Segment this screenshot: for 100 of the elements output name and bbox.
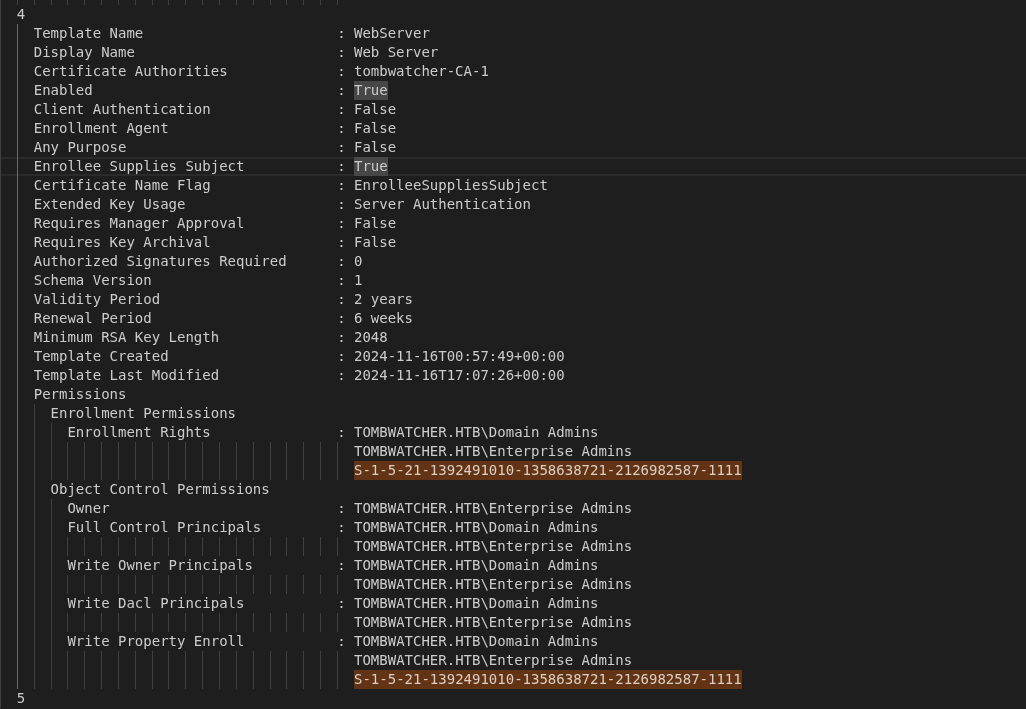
colon-separator: :	[337, 233, 346, 252]
indent-guide	[336, 537, 338, 556]
property-name: Enrollment Agent	[33, 119, 169, 138]
property-value: 0	[353, 252, 363, 271]
indent-guide	[134, 537, 136, 556]
indent-guide	[202, 575, 204, 594]
section-heading: Enrollment Permissions	[50, 404, 236, 423]
section-heading: Permissions	[33, 385, 127, 404]
property-value: EnrolleeSuppliesSubject	[353, 176, 548, 195]
colon-separator: :	[337, 214, 346, 233]
indent-guide	[101, 537, 103, 556]
property-name: Any Purpose	[33, 138, 127, 157]
property-value: False	[353, 233, 397, 252]
indent-guide	[67, 575, 69, 594]
colon-separator: :	[337, 252, 346, 271]
colon-separator: :	[337, 594, 346, 613]
property-value: WebServer	[353, 24, 430, 43]
indent-guide	[117, 575, 119, 594]
colon-separator: :	[337, 499, 346, 518]
indent-guide	[134, 575, 136, 594]
indent-guide	[185, 613, 187, 632]
indent-guide	[151, 0, 153, 5]
property-value: False	[353, 214, 397, 233]
indent-guide	[168, 0, 170, 5]
indent-guide	[117, 613, 119, 632]
property-name: Minimum RSA Key Length	[33, 328, 220, 347]
indent-guide	[117, 0, 119, 5]
colon-separator: :	[337, 423, 346, 442]
indent-guide	[320, 613, 322, 632]
indent-guide	[336, 0, 338, 5]
property-value: TOMBWATCHER.HTB\Enterprise Admins	[354, 651, 633, 670]
property-value: TOMBWATCHER.HTB\Enterprise Admins	[354, 537, 633, 556]
indent-guide	[67, 537, 69, 556]
property-value: TOMBWATCHER.HTB\Enterprise Admins	[354, 442, 633, 461]
colon-separator: :	[337, 518, 346, 537]
indent-guide	[303, 613, 305, 632]
indent-guide	[117, 537, 119, 556]
property-name: Template Created	[33, 347, 169, 366]
indent-guide	[218, 0, 220, 5]
property-name: Display Name	[33, 43, 135, 62]
indent-guide	[303, 537, 305, 556]
indent-guide	[151, 537, 153, 556]
property-value: TOMBWATCHER.HTB\Enterprise Admins	[354, 575, 633, 594]
indent-guide	[202, 613, 204, 632]
colon-separator: :	[337, 24, 346, 43]
property-name: Certificate Name Flag	[33, 176, 211, 195]
property-value: False	[353, 138, 397, 157]
indent-guide	[286, 537, 288, 556]
property-value: TOMBWATCHER.HTB\Domain Admins	[354, 632, 599, 651]
property-name: Renewal Period	[33, 309, 152, 328]
indent-guide	[134, 613, 136, 632]
property-name: Enrollee Supplies Subject	[33, 157, 245, 176]
colon-separator: :	[337, 195, 346, 214]
property-name: Write Property Enroll	[67, 632, 245, 651]
property-value: tombwatcher-CA-1	[353, 62, 489, 81]
indent-guide	[101, 575, 103, 594]
indent-guide	[286, 0, 288, 5]
indent-guide	[101, 0, 103, 5]
indent-guide	[67, 0, 69, 5]
indent-guide	[202, 0, 204, 5]
indent-guide	[151, 575, 153, 594]
property-name: Requires Manager Approval	[33, 214, 245, 233]
indent-guide	[303, 575, 305, 594]
property-value: S-1-5-21-1392491010-1358638721-2126982587-1111	[354, 461, 742, 480]
colon-separator: :	[337, 271, 346, 290]
property-value: 2024-11-16T17:07:26+00:00	[353, 366, 565, 385]
indent-guide	[84, 613, 86, 632]
property-value: TOMBWATCHER.HTB\Enterprise Admins	[354, 613, 633, 632]
colon-separator: :	[337, 43, 346, 62]
colon-separator: :	[337, 176, 346, 195]
property-name: Write Dacl Principals	[67, 594, 245, 613]
property-name: Requires Key Archival	[33, 233, 211, 252]
property-value: Web Server	[353, 43, 439, 62]
property-value: False	[353, 100, 397, 119]
indent-guide	[320, 0, 322, 5]
indent-guide	[218, 575, 220, 594]
indent-guide	[185, 537, 187, 556]
indent-guide	[84, 0, 86, 5]
indent-guide	[252, 0, 254, 5]
property-value: False	[353, 119, 397, 138]
property-name: Extended Key Usage	[33, 195, 186, 214]
colon-separator: :	[337, 100, 346, 119]
property-value: 1	[353, 271, 363, 290]
indent-guide	[235, 537, 237, 556]
indent-guide	[235, 613, 237, 632]
indent-guide	[269, 0, 271, 5]
property-name: Template Name	[33, 24, 144, 43]
indent-guide	[218, 537, 220, 556]
indent-guide	[67, 613, 69, 632]
property-name: Authorized Signatures Required	[33, 252, 287, 271]
indent-guide	[185, 575, 187, 594]
property-value: 2 years	[353, 290, 413, 309]
property-name: Enabled	[33, 81, 93, 100]
indent-guide	[269, 575, 271, 594]
property-value: 2024-11-16T00:57:49+00:00	[353, 347, 565, 366]
section-heading: Object Control Permissions	[50, 480, 270, 499]
template-number: 5	[16, 689, 26, 708]
colon-separator: :	[337, 328, 346, 347]
property-name: Validity Period	[33, 290, 161, 309]
property-value: True	[353, 81, 388, 100]
